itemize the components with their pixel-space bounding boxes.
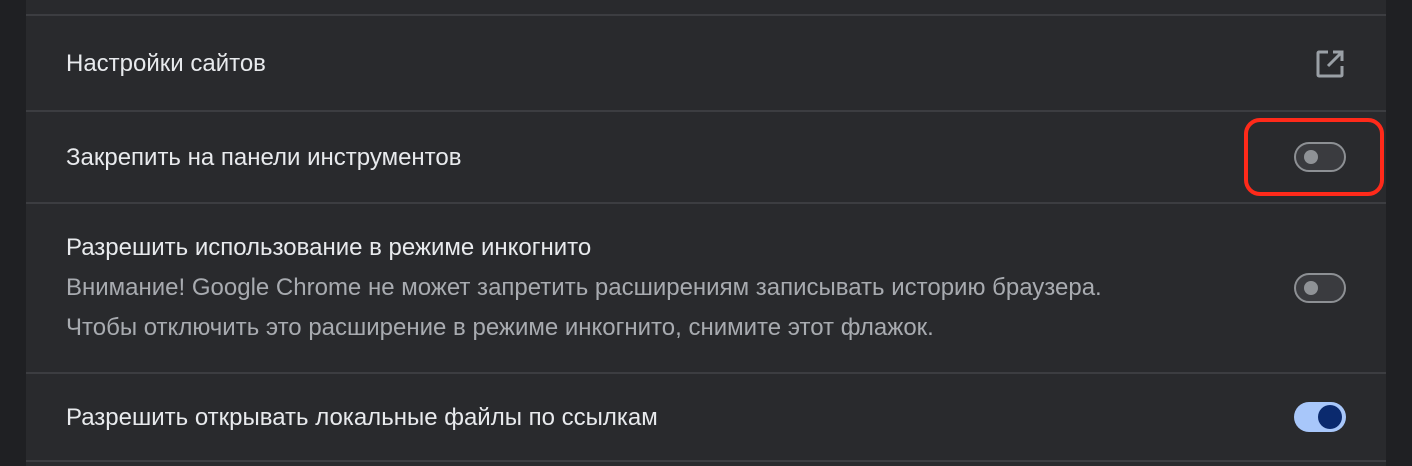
toggle-knob xyxy=(1318,405,1342,429)
incognito-label: Разрешить использование в режиме инкогни… xyxy=(66,234,592,261)
file-access-row: Разрешить открывать локальные файлы по с… xyxy=(26,372,1386,462)
file-access-label: Разрешить открывать локальные файлы по с… xyxy=(66,404,658,431)
site-settings-row[interactable]: Настройки сайтов xyxy=(26,14,1386,110)
page-background: Настройки сайтов Закрепить на панели инс… xyxy=(0,0,1412,466)
highlight-annotation xyxy=(1244,118,1384,196)
open-in-new-icon[interactable] xyxy=(1314,48,1346,80)
pin-toolbar-label: Закрепить на панели инструментов xyxy=(66,144,462,171)
incognito-toggle[interactable] xyxy=(1294,273,1346,303)
incognito-warning-line2: Чтобы отключить это расширение в режиме … xyxy=(66,314,934,341)
settings-card: Настройки сайтов Закрепить на панели инс… xyxy=(26,0,1386,466)
file-access-toggle[interactable] xyxy=(1294,402,1346,432)
bottom-divider xyxy=(26,460,1386,462)
incognito-warning-line1: Внимание! Google Chrome не может запрети… xyxy=(66,274,1102,301)
toggle-knob xyxy=(1304,281,1318,295)
incognito-row: Разрешить использование в режиме инкогни… xyxy=(26,202,1386,372)
pin-toolbar-row: Закрепить на панели инструментов xyxy=(26,110,1386,202)
site-settings-label: Настройки сайтов xyxy=(66,50,266,77)
